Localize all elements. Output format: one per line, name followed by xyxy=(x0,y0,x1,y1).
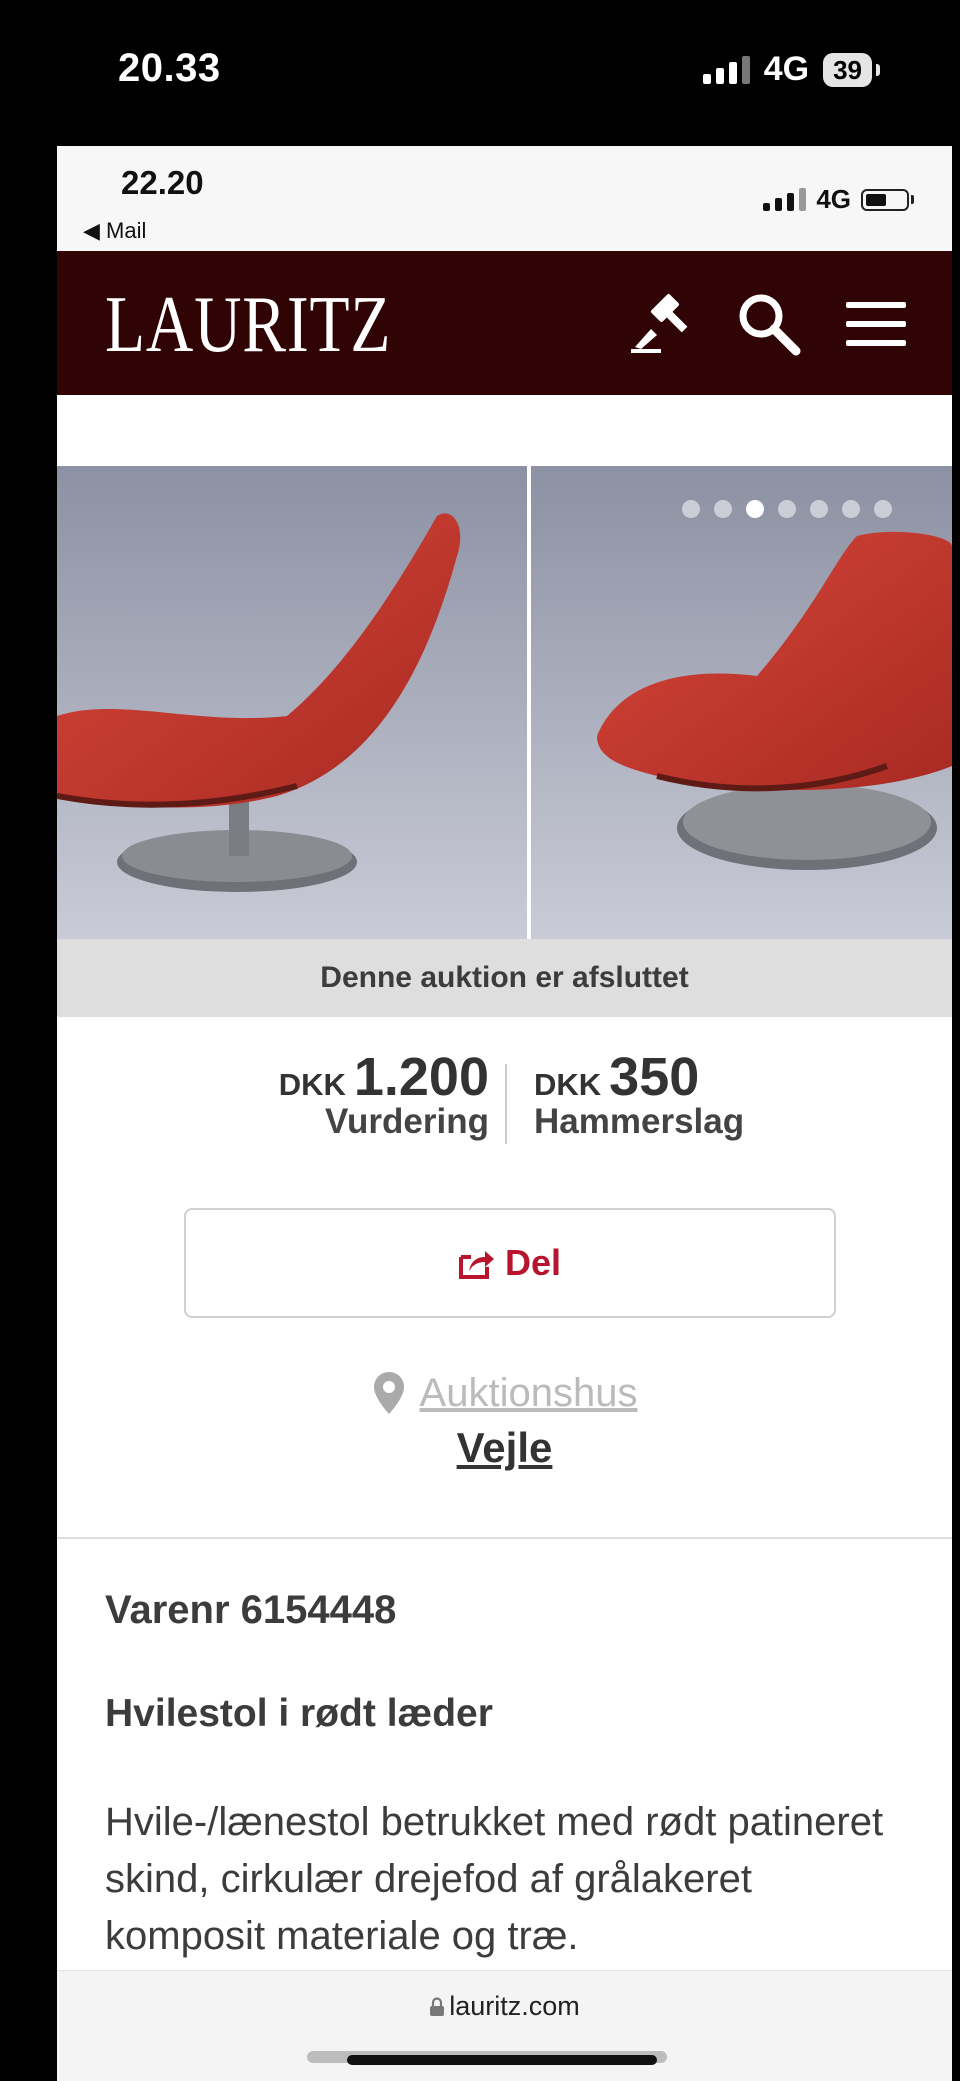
url-display[interactable]: lauritz.com xyxy=(57,1991,952,2022)
carousel-dot[interactable] xyxy=(874,500,892,518)
network-label: 4G xyxy=(816,184,851,214)
chair-photos xyxy=(57,466,952,939)
outer-status-time: 20.33 xyxy=(118,46,221,90)
item-number: Varenr 6154448 xyxy=(105,1588,397,1632)
hammer-label: Hammerslag xyxy=(534,1102,745,1141)
lauritz-logo[interactable]: LAURITZ xyxy=(105,285,391,365)
carousel-dot[interactable] xyxy=(778,500,796,518)
battery-nub xyxy=(876,63,880,76)
carousel-dot[interactable] xyxy=(810,500,828,518)
auction-house-city[interactable]: Vejle xyxy=(57,1424,952,1472)
share-icon xyxy=(458,1251,494,1279)
lock-icon xyxy=(430,1996,445,2016)
signal-icon xyxy=(702,55,750,84)
battery-icon: 39 xyxy=(823,52,872,87)
outer-status-indicators: 4G 39 xyxy=(702,50,880,89)
search-icon[interactable] xyxy=(734,289,804,359)
estimate-column: DKK 1.200 Vurdering xyxy=(279,1046,489,1142)
auction-ended-banner: Denne auktion er afsluttet xyxy=(57,939,952,1017)
carousel-dots xyxy=(682,500,892,518)
carousel-dot[interactable] xyxy=(842,500,860,518)
site-header: LAURITZ xyxy=(57,251,952,395)
menu-icon[interactable] xyxy=(842,289,912,359)
gavel-icon[interactable] xyxy=(629,289,699,359)
item-description: Hvile-/lænestol betrukket med rødt patin… xyxy=(105,1800,884,1958)
url-text: lauritz.com xyxy=(449,1991,580,2021)
inner-status-bar: 22.20 ◀ Mail 4G xyxy=(57,146,952,251)
estimate-amount: 1.200 xyxy=(353,1047,489,1107)
location-row: Auktionshus xyxy=(57,1370,952,1416)
battery-icon xyxy=(861,188,909,211)
inner-status-time: 22.20 xyxy=(121,164,204,201)
estimate-label: Vurdering xyxy=(325,1102,489,1141)
network-label: 4G xyxy=(763,50,810,88)
back-to-mail-link[interactable]: ◀ Mail xyxy=(83,218,146,244)
hammer-column: DKK 350 Hammerslag xyxy=(534,1046,744,1142)
item-title: Hvilestol i rødt læder xyxy=(105,1692,493,1735)
signal-icon xyxy=(763,188,807,211)
price-divider xyxy=(505,1064,507,1144)
inner-status-indicators: 4G xyxy=(763,184,914,215)
carousel-dot-active[interactable] xyxy=(746,500,764,518)
carousel-dot[interactable] xyxy=(714,500,732,518)
map-pin-icon xyxy=(373,1372,404,1414)
browser-url-bar[interactable]: lauritz.com xyxy=(57,1970,952,2081)
hammer-currency: DKK xyxy=(534,1067,602,1102)
section-divider xyxy=(57,1537,952,1539)
share-label: Del xyxy=(504,1242,562,1283)
battery-nub xyxy=(911,195,914,204)
home-indicator[interactable] xyxy=(347,2055,657,2065)
estimate-currency: DKK xyxy=(278,1067,346,1102)
phone-screen: 22.20 ◀ Mail 4G LAURITZ Denne auktion er… xyxy=(57,146,952,2081)
hammer-amount: 350 xyxy=(609,1047,700,1107)
auction-house-link[interactable]: Auktionshus xyxy=(420,1371,638,1416)
price-summary: DKK 1.200 Vurdering DKK 350 Hammerslag xyxy=(57,1046,952,1166)
share-button[interactable]: Del xyxy=(184,1208,836,1318)
image-carousel[interactable] xyxy=(57,466,952,939)
carousel-dot[interactable] xyxy=(682,500,700,518)
